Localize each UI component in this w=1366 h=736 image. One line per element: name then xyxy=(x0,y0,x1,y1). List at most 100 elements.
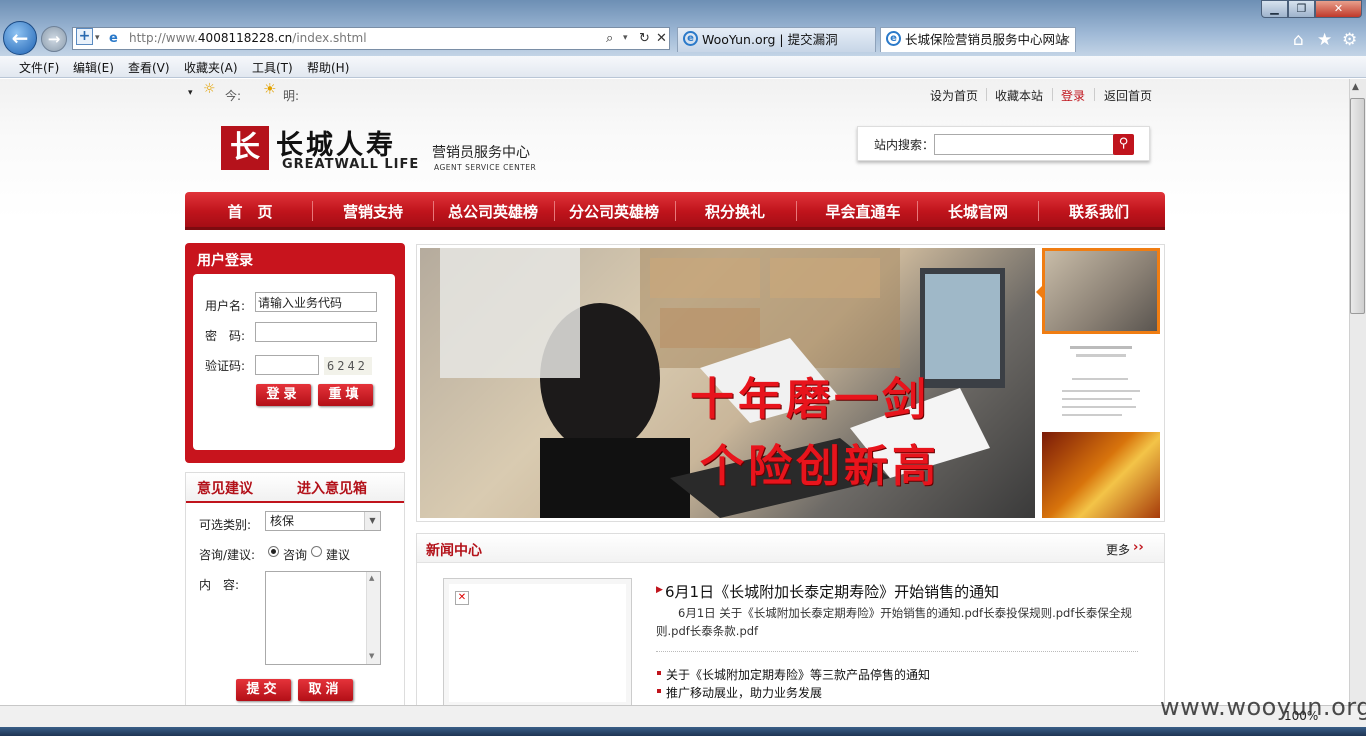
content-label: 内 容: xyxy=(199,578,240,592)
logo-mark[interactable]: 长 xyxy=(221,126,269,170)
radio-consult-label: 咨询 xyxy=(283,548,308,562)
menu-tools[interactable]: 工具(T) xyxy=(252,59,293,76)
reset-button[interactable]: 重填 xyxy=(318,384,373,406)
password-input[interactable] xyxy=(255,322,377,342)
login-title: 用户登录 xyxy=(197,253,253,269)
news-more-link[interactable]: 更多 xyxy=(1106,541,1130,558)
minimize-button[interactable]: ▁ xyxy=(1261,0,1288,18)
ie-tab-icon: e xyxy=(683,31,698,46)
banner-thumb-3[interactable] xyxy=(1042,432,1160,518)
divider xyxy=(656,651,1138,652)
divider xyxy=(1094,88,1095,101)
chevron-down-icon: ▼ xyxy=(364,512,380,530)
scroll-up-icon[interactable]: ▲ xyxy=(369,574,374,582)
content-textarea[interactable] xyxy=(265,571,381,665)
tab-wooyun[interactable]: e WooYun.org | 提交漏洞 xyxy=(677,27,876,52)
compat-view-icon[interactable]: + xyxy=(76,28,93,45)
ie-page-icon: e xyxy=(109,31,118,46)
bullet-square-icon xyxy=(657,689,661,693)
banner-thumb-1[interactable] xyxy=(1042,248,1160,334)
weather-dropdown-icon[interactable]: ▾ xyxy=(188,88,193,98)
login-button[interactable]: 登录 xyxy=(256,384,311,406)
nav-morning-meeting[interactable]: 早会直通车 xyxy=(803,201,923,222)
forward-button[interactable]: → xyxy=(41,26,67,52)
watermark: www.wooyun.org xyxy=(1160,693,1366,721)
captcha-image[interactable]: 6242 xyxy=(324,357,372,375)
gear-icon[interactable]: ⚙ xyxy=(1342,30,1357,50)
thumb2-document xyxy=(1062,346,1140,416)
stop-icon[interactable]: ✕ xyxy=(656,29,667,48)
nav-points-exchange[interactable]: 积分换礼 xyxy=(675,201,795,222)
ie-tab-icon: e xyxy=(886,31,901,46)
search-icon: ⚲ xyxy=(1118,136,1129,151)
site-search-label: 站内搜索： xyxy=(874,138,935,152)
radio-suggest-label: 建议 xyxy=(326,548,351,562)
sun-icon: ☀ xyxy=(263,80,277,98)
url-host: 4008118228.cn xyxy=(197,31,293,45)
cloud-sun-icon: ☼ xyxy=(203,81,216,97)
bullet-square-icon xyxy=(657,671,661,675)
broken-image-icon: ✕ xyxy=(455,591,469,605)
menu-file[interactable]: 文件(F) xyxy=(19,59,59,76)
scrollbar-thumb[interactable] xyxy=(1350,98,1365,314)
news-title: 新闻中心 xyxy=(426,543,482,559)
maximize-button[interactable]: ❐ xyxy=(1288,0,1315,18)
tab-greatwall[interactable]: e 长城保险营销员服务中心网站 ✕ xyxy=(880,27,1076,52)
nav-official-site[interactable]: 长城官网 xyxy=(918,201,1038,222)
tab-label: WooYun.org | 提交漏洞 xyxy=(702,32,838,47)
set-homepage-link[interactable]: 设为首页 xyxy=(930,87,978,104)
menu-view[interactable]: 查看(V) xyxy=(128,59,170,76)
nav-marketing-support[interactable]: 营销支持 xyxy=(313,201,433,222)
news-item[interactable]: 关于《长城附加定期寿险》等三款产品停售的通知 xyxy=(666,666,930,683)
menu-edit[interactable]: 编辑(E) xyxy=(73,59,114,76)
tab-label: 长城保险营销员服务中心网站 xyxy=(905,32,1068,47)
textarea-scrollbar[interactable] xyxy=(366,572,380,664)
nav-branch-ranking[interactable]: 分公司英雄榜 xyxy=(554,201,674,222)
home-icon[interactable]: ⌂ xyxy=(1293,30,1304,50)
back-button[interactable]: ← xyxy=(3,21,37,55)
nav-hq-ranking[interactable]: 总公司英雄榜 xyxy=(433,201,553,222)
radio-suggest[interactable] xyxy=(311,546,322,557)
close-tab-icon[interactable]: ✕ xyxy=(1061,28,1071,52)
scroll-up-icon[interactable]: ▲ xyxy=(1352,82,1359,92)
radio-consult[interactable] xyxy=(268,546,279,557)
menu-help[interactable]: 帮助(H) xyxy=(307,59,349,76)
nav-contact-us[interactable]: 联系我们 xyxy=(1039,201,1159,222)
site-search-input[interactable] xyxy=(934,134,1114,155)
dropdown-icon[interactable]: ▾ xyxy=(623,29,628,48)
submit-button[interactable]: 提交 xyxy=(236,679,291,701)
address-bar[interactable]: http://www.4008118228.cn/index.shtml xyxy=(72,27,670,50)
weather-today-label: 今: xyxy=(225,89,242,103)
category-label: 可选类别: xyxy=(199,518,252,532)
refresh-icon[interactable]: ↻ xyxy=(639,29,650,48)
banner-thumb-2[interactable] xyxy=(1042,340,1160,428)
password-label: 密 码: xyxy=(205,329,246,343)
close-button[interactable]: ✕ xyxy=(1315,0,1362,18)
bullet-triangle-icon: ▶ xyxy=(656,585,663,595)
news-description[interactable]: 6月1日 关于《长城附加长泰定期寿险》开始销售的通知.pdf长泰投保规则.pdf… xyxy=(656,604,1140,640)
menu-favorites[interactable]: 收藏夹(A) xyxy=(184,59,238,76)
logo-subtitle-cn: 营销员服务中心 xyxy=(432,145,530,161)
news-image[interactable] xyxy=(443,578,632,708)
username-input[interactable] xyxy=(255,292,377,312)
news-headline[interactable]: 6月1日《长城附加长泰定期寿险》开始销售的通知 xyxy=(665,581,999,602)
windows-taskbar[interactable] xyxy=(0,727,1366,736)
captcha-input[interactable] xyxy=(255,355,319,375)
bookmark-site-link[interactable]: 收藏本站 xyxy=(995,87,1043,104)
tab-feedback[interactable]: 意见建议 xyxy=(197,478,253,498)
category-select[interactable]: 核保 ▼ xyxy=(265,511,381,531)
news-item[interactable]: 推广移动展业，助力业务发展 xyxy=(666,684,822,701)
login-link[interactable]: 登录 xyxy=(1061,87,1085,104)
search-button[interactable]: ⚲ xyxy=(1113,134,1134,155)
scroll-down-icon[interactable]: ▼ xyxy=(369,652,374,660)
nav-home[interactable]: 首 页 xyxy=(190,201,310,222)
more-arrow-icon[interactable]: ›› xyxy=(1133,540,1144,555)
dropdown-icon[interactable]: ▾ xyxy=(95,29,100,48)
tab-feedback-box[interactable]: 进入意见箱 xyxy=(297,478,367,498)
banner-slogan-line2: 个险创新高 xyxy=(700,441,940,492)
search-icon[interactable]: ⌕ xyxy=(606,29,613,48)
return-home-link[interactable]: 返回首页 xyxy=(1104,87,1152,104)
captcha-label: 验证码: xyxy=(205,359,246,373)
favorites-star-icon[interactable]: ★ xyxy=(1317,30,1332,50)
cancel-button[interactable]: 取消 xyxy=(298,679,353,701)
